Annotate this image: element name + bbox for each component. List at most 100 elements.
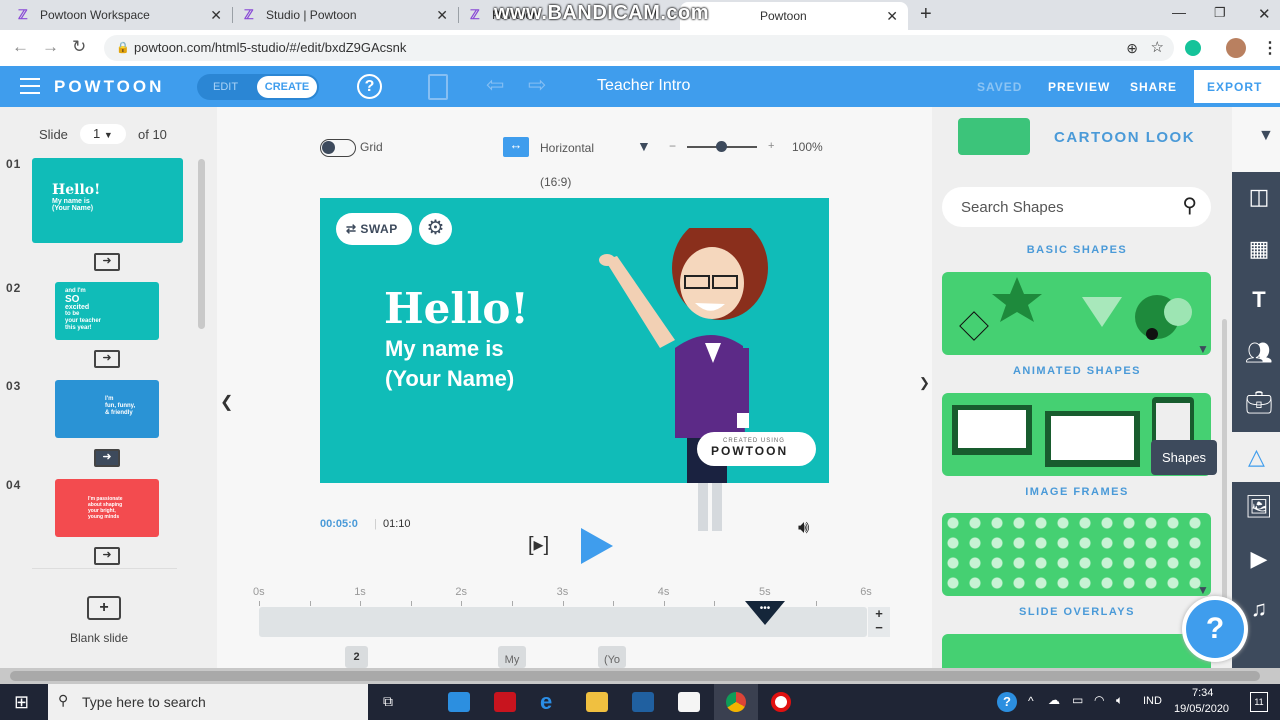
close-tab-icon[interactable]: ✕ <box>886 8 898 25</box>
text-icon[interactable]: T <box>1244 287 1274 317</box>
profile-avatar[interactable] <box>1226 38 1246 58</box>
timeline-zoom-out[interactable]: − <box>868 621 890 635</box>
reload-icon[interactable]: ↻ <box>72 37 86 57</box>
cartoon-look-thumbnail[interactable] <box>958 118 1030 155</box>
play-button[interactable] <box>581 528 613 564</box>
close-tab-icon[interactable]: ✕ <box>436 7 448 24</box>
preview-button[interactable]: PREVIEW <box>1048 80 1110 94</box>
notifications-icon[interactable]: 11 <box>1250 692 1268 712</box>
volume-icon[interactable]: 🔊︎ <box>798 517 809 538</box>
slide-thumbnail-3[interactable]: I'm fun, funny, & friendly <box>55 380 159 438</box>
name-line-2[interactable]: (Your Name) <box>385 366 514 392</box>
chrome-taskbar-button[interactable] <box>714 684 758 720</box>
zoom-in-button[interactable]: + <box>768 140 774 152</box>
notes-icon[interactable] <box>428 74 448 100</box>
transition-icon[interactable]: ➜ <box>94 350 120 368</box>
help-chat-button[interactable]: ? <box>1182 596 1248 662</box>
restore-button[interactable]: ❐ <box>1214 5 1226 21</box>
slide-canvas[interactable]: ⇄ SWAP ⚙ Hello! My name is (Your Name) C… <box>320 198 829 483</box>
bookmark-star-icon[interactable]: ☆ <box>1151 35 1164 61</box>
undo-icon[interactable]: ⇦ <box>486 72 504 98</box>
clock-date[interactable]: 19/05/2020 <box>1174 703 1229 715</box>
grid-toggle[interactable] <box>320 139 356 157</box>
horizontal-scrollbar[interactable] <box>0 668 1280 684</box>
zoom-slider-handle[interactable] <box>716 141 727 152</box>
url-field[interactable]: 🔒 powtoon.com/html5-studio/#/edit/bxdZ9GA… <box>104 35 1174 61</box>
slide-overlays-card[interactable] <box>942 634 1211 668</box>
image-frames-card[interactable] <box>942 513 1211 596</box>
tab-powtoon-active[interactable]: Powtoon ✕ <box>680 2 908 30</box>
transition-icon[interactable]: ➜ <box>94 449 120 467</box>
mode-toggle[interactable]: EDIT CREATE <box>197 74 319 100</box>
close-tab-icon[interactable]: ✕ <box>210 7 222 24</box>
project-title[interactable]: Teacher Intro <box>597 77 690 95</box>
flash-icon[interactable] <box>494 692 516 712</box>
search-shapes-input[interactable]: Search Shapes ⚲ <box>942 187 1211 227</box>
slides-scrollbar[interactable] <box>198 159 205 329</box>
transition-icon[interactable]: ➜ <box>94 253 120 271</box>
video-icon[interactable]: ▶ <box>1244 546 1274 576</box>
language-indicator[interactable]: IND <box>1143 695 1162 707</box>
help-icon[interactable]: ? <box>357 74 382 99</box>
back-icon[interactable]: ← <box>12 37 29 57</box>
backgrounds-icon[interactable]: ▦ <box>1244 236 1274 266</box>
redo-icon[interactable]: ⇨ <box>528 72 546 98</box>
orientation-dropdown-icon[interactable]: ▼ <box>637 138 651 154</box>
play-scene-button[interactable]: [▸] <box>528 532 549 557</box>
app-icon[interactable] <box>632 692 654 712</box>
name-line-1[interactable]: My name is <box>385 336 504 362</box>
help-tray-icon[interactable]: ? <box>997 692 1017 712</box>
export-button[interactable]: EXPORT <box>1194 70 1280 103</box>
expand-icon[interactable]: ▼ <box>1197 583 1209 597</box>
orientation-select[interactable]: Horizontal <box>540 141 594 155</box>
mode-create[interactable]: CREATE <box>257 76 317 98</box>
onedrive-icon[interactable]: ☁ <box>1048 693 1060 707</box>
windows-start-icon[interactable]: ⊞ <box>14 692 29 713</box>
wifi-icon[interactable]: ◠ <box>1094 693 1104 707</box>
timeline-marker[interactable]: 2 <box>345 646 368 668</box>
speaker-icon[interactable]: 🔈︎ <box>1116 693 1123 708</box>
slide-thumbnail-2[interactable]: and I'm SO excited to be your teacher this ye… <box>55 282 159 340</box>
transition-icon[interactable]: ➜ <box>94 547 120 565</box>
mode-edit[interactable]: EDIT <box>213 81 238 93</box>
created-using-powtoon-badge[interactable]: CREATED USING POWTOON <box>697 432 816 466</box>
store-icon[interactable] <box>678 692 700 712</box>
basic-shapes-card[interactable] <box>942 272 1211 355</box>
close-window-button[interactable]: ✕ <box>1258 5 1271 23</box>
grammarly-icon[interactable] <box>1185 40 1201 56</box>
images-icon[interactable]: 🖼︎ <box>1244 494 1274 524</box>
slide-thumbnail-1[interactable]: Hello! My name is (Your Name) <box>32 158 183 243</box>
bandicam-icon[interactable] <box>771 692 791 712</box>
zoom-out-button[interactable]: − <box>669 139 676 153</box>
search-icon[interactable]: ⚲ <box>1182 193 1197 218</box>
tab-studio-powtoon[interactable]: ℤ Studio | Powtoon ✕ <box>234 0 458 30</box>
battery-icon[interactable]: ▭ <box>1072 693 1083 707</box>
forward-icon[interactable]: → <box>42 37 59 57</box>
shapes-tab[interactable]: △ <box>1232 432 1280 482</box>
file-explorer-icon[interactable] <box>586 692 608 712</box>
timeline-marker[interactable]: My <box>498 646 526 668</box>
timeline-zoom-in[interactable]: + <box>868 607 890 621</box>
hamburger-menu-icon[interactable] <box>20 78 40 94</box>
layouts-icon[interactable]: ◫ <box>1244 184 1274 214</box>
slide-number-select[interactable]: 1 ▼ <box>80 124 126 144</box>
blank-slide-button[interactable]: Blank slide <box>70 631 128 645</box>
mail-icon[interactable] <box>448 692 470 712</box>
zoom-icon[interactable]: ⊕ <box>1126 35 1138 61</box>
share-button[interactable]: SHARE <box>1130 80 1177 94</box>
props-icon[interactable]: 💼︎ <box>1244 390 1274 420</box>
settings-gear-icon[interactable]: ⚙ <box>419 213 452 245</box>
characters-icon[interactable]: 👥︎ <box>1244 340 1274 370</box>
edge-icon[interactable]: e <box>540 691 562 713</box>
taskbar-search[interactable]: ⚲ Type here to search <box>48 684 368 720</box>
expand-icon[interactable]: ▼ <box>1197 342 1209 356</box>
timeline-playhead[interactable]: ••• <box>745 601 785 627</box>
orientation-icon[interactable]: ↔ <box>503 137 529 157</box>
minimize-button[interactable]: — <box>1172 4 1186 20</box>
tray-chevron-icon[interactable]: ^ <box>1028 694 1034 708</box>
swap-button[interactable]: ⇄ SWAP <box>336 213 412 245</box>
new-tab-button[interactable]: + <box>920 3 932 26</box>
menu-kebab-icon[interactable]: ⋮ <box>1262 38 1278 58</box>
clock-time[interactable]: 7:34 <box>1192 687 1213 699</box>
style-select[interactable]: CARTOON LOOK <box>1054 129 1195 146</box>
